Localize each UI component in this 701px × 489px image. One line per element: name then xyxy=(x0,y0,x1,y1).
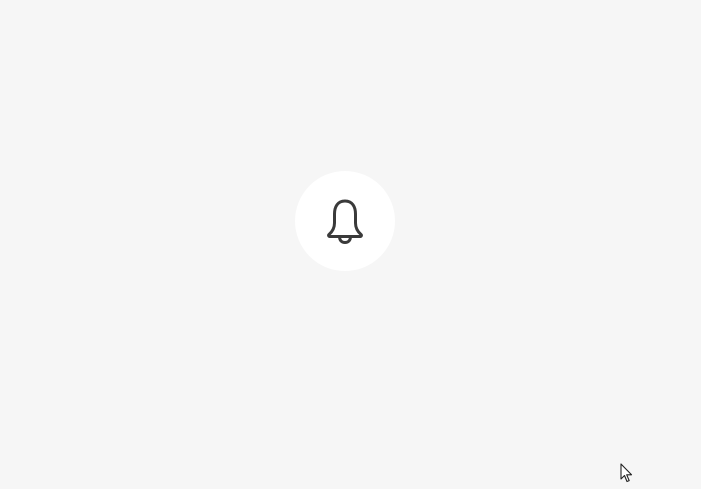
notifications-button[interactable] xyxy=(295,171,395,271)
bell-icon xyxy=(327,199,363,245)
mouse-pointer-icon xyxy=(620,463,633,483)
page-canvas xyxy=(0,0,701,489)
